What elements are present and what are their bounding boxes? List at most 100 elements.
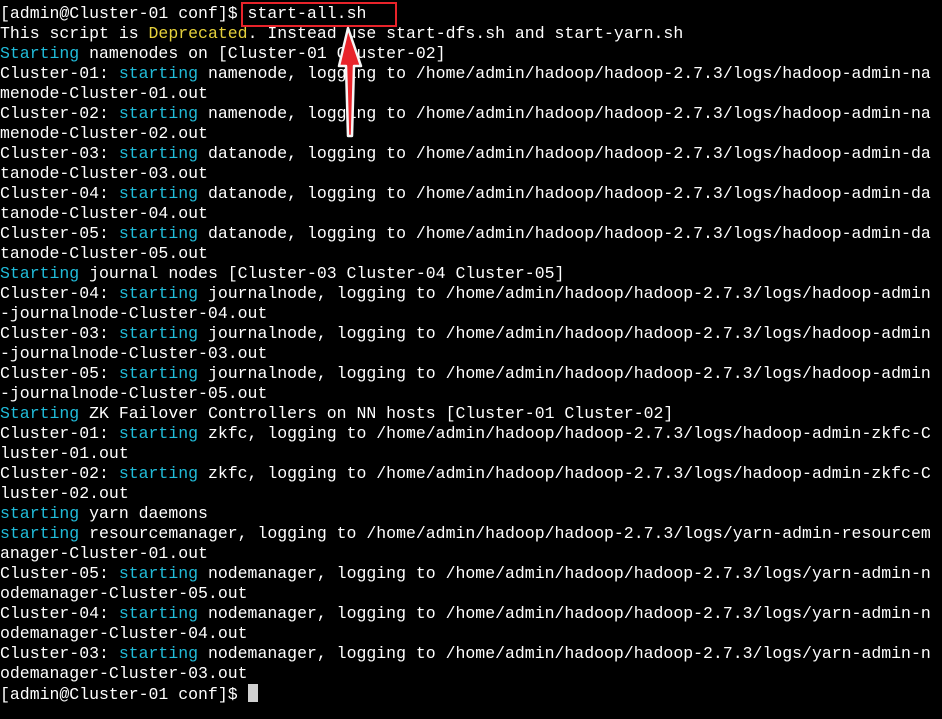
output-line: This script is Deprecated. Instead use s… xyxy=(0,24,942,44)
warning-text: Deprecated xyxy=(148,24,248,43)
command-text: start-all.sh xyxy=(247,4,367,23)
output-text: luster-01.out xyxy=(0,444,129,463)
output-line: luster-02.out xyxy=(0,484,942,504)
keyword-text: starting xyxy=(118,424,199,443)
output-text: Cluster-02: xyxy=(0,104,119,123)
output-text: Cluster-03: xyxy=(0,644,119,663)
output-text: Cluster-05: xyxy=(0,224,119,243)
output-text: menode-Cluster-02.out xyxy=(0,124,208,143)
keyword-text: starting xyxy=(118,464,199,483)
output-text: namenode, logging to /home/admin/hadoop/… xyxy=(198,64,931,83)
output-text: luster-02.out xyxy=(0,484,129,503)
output-text: Cluster-01: xyxy=(0,424,119,443)
keyword-text: starting xyxy=(118,64,199,83)
output-text: Cluster-03: xyxy=(0,324,119,343)
keyword-text: starting xyxy=(118,644,199,663)
output-text: . Instead use start-dfs.sh and start-yar… xyxy=(247,24,684,43)
keyword-text: starting xyxy=(118,104,199,123)
output-text: odemanager-Cluster-04.out xyxy=(0,624,248,643)
output-line: menode-Cluster-01.out xyxy=(0,84,942,104)
output-line: -journalnode-Cluster-04.out xyxy=(0,304,942,324)
text-cursor xyxy=(247,684,258,702)
output-text: Cluster-01: xyxy=(0,64,119,83)
keyword-text: starting xyxy=(118,224,199,243)
output-line: Starting journal nodes [Cluster-03 Clust… xyxy=(0,264,942,284)
keyword-text: starting xyxy=(118,364,199,383)
output-line: Cluster-05: starting journalnode, loggin… xyxy=(0,364,942,384)
output-text: menode-Cluster-01.out xyxy=(0,84,208,103)
output-line: Cluster-01: starting zkfc, logging to /h… xyxy=(0,424,942,444)
output-text: nodemanager, logging to /home/admin/hado… xyxy=(198,644,931,663)
output-text: nodemanager, logging to /home/admin/hado… xyxy=(198,564,931,583)
output-line: starting resourcemanager, logging to /ho… xyxy=(0,524,942,544)
output-line: Cluster-02: starting namenode, logging t… xyxy=(0,104,942,124)
output-text: tanode-Cluster-04.out xyxy=(0,204,208,223)
keyword-text: starting xyxy=(118,284,199,303)
output-line: starting yarn daemons xyxy=(0,504,942,524)
output-text: datanode, logging to /home/admin/hadoop/… xyxy=(198,144,931,163)
output-text: tanode-Cluster-03.out xyxy=(0,164,208,183)
output-text: This script is xyxy=(0,24,149,43)
keyword-text: Starting xyxy=(0,264,80,283)
output-line: Cluster-04: starting nodemanager, loggin… xyxy=(0,604,942,624)
output-text: -journalnode-Cluster-05.out xyxy=(0,384,268,403)
output-text: -journalnode-Cluster-03.out xyxy=(0,344,268,363)
output-text: tanode-Cluster-05.out xyxy=(0,244,208,263)
output-text: Cluster-02: xyxy=(0,464,119,483)
output-line: Starting ZK Failover Controllers on NN h… xyxy=(0,404,942,424)
output-text: journalnode, logging to /home/admin/hado… xyxy=(198,364,931,383)
keyword-text: starting xyxy=(118,564,199,583)
output-text: datanode, logging to /home/admin/hadoop/… xyxy=(198,184,931,203)
output-text: namenode, logging to /home/admin/hadoop/… xyxy=(198,104,931,123)
output-text: -journalnode-Cluster-04.out xyxy=(0,304,268,323)
output-line: odemanager-Cluster-05.out xyxy=(0,584,942,604)
output-line: Cluster-01: starting namenode, logging t… xyxy=(0,64,942,84)
output-line: Cluster-03: starting datanode, logging t… xyxy=(0,144,942,164)
output-line: -journalnode-Cluster-05.out xyxy=(0,384,942,404)
output-line: Cluster-04: starting datanode, logging t… xyxy=(0,184,942,204)
output-line: Cluster-02: starting zkfc, logging to /h… xyxy=(0,464,942,484)
current-prompt-line[interactable]: [admin@Cluster-01 conf]$ xyxy=(0,684,942,704)
keyword-text: starting xyxy=(0,504,80,523)
output-text: anager-Cluster-01.out xyxy=(0,544,208,563)
terminal-output: This script is Deprecated. Instead use s… xyxy=(0,24,942,684)
output-text: datanode, logging to /home/admin/hadoop/… xyxy=(198,224,931,243)
keyword-text: starting xyxy=(118,184,199,203)
output-line: menode-Cluster-02.out xyxy=(0,124,942,144)
output-text: journalnode, logging to /home/admin/hado… xyxy=(198,284,931,303)
output-line: -journalnode-Cluster-03.out xyxy=(0,344,942,364)
shell-prompt: [admin@Cluster-01 conf]$ xyxy=(0,4,248,23)
output-text: journalnode, logging to /home/admin/hado… xyxy=(198,324,931,343)
keyword-text: starting xyxy=(0,524,80,543)
keyword-text: starting xyxy=(118,604,199,623)
output-text: odemanager-Cluster-05.out xyxy=(0,584,248,603)
output-text: yarn daemons xyxy=(79,504,208,523)
output-line: tanode-Cluster-03.out xyxy=(0,164,942,184)
output-line: odemanager-Cluster-04.out xyxy=(0,624,942,644)
output-text: zkfc, logging to /home/admin/hadoop/hado… xyxy=(198,424,931,443)
output-line: anager-Cluster-01.out xyxy=(0,544,942,564)
keyword-text: starting xyxy=(118,144,199,163)
output-text: namenodes on [Cluster-01 Cluster-02] xyxy=(79,44,446,63)
shell-prompt-final: [admin@Cluster-01 conf]$ xyxy=(0,685,248,704)
output-text: Cluster-03: xyxy=(0,144,119,163)
terminal-window[interactable]: [admin@Cluster-01 conf]$ start-all.sh Th… xyxy=(0,0,942,719)
output-text: nodemanager, logging to /home/admin/hado… xyxy=(198,604,931,623)
output-line: Cluster-05: starting nodemanager, loggin… xyxy=(0,564,942,584)
output-text: Cluster-04: xyxy=(0,184,119,203)
command-line: [admin@Cluster-01 conf]$ start-all.sh xyxy=(0,4,942,24)
output-text: odemanager-Cluster-03.out xyxy=(0,664,248,683)
output-text: resourcemanager, logging to /home/admin/… xyxy=(79,524,931,543)
output-line: tanode-Cluster-04.out xyxy=(0,204,942,224)
keyword-text: Starting xyxy=(0,44,80,63)
output-text: zkfc, logging to /home/admin/hadoop/hado… xyxy=(198,464,931,483)
output-line: luster-01.out xyxy=(0,444,942,464)
output-text: Cluster-04: xyxy=(0,604,119,623)
output-line: tanode-Cluster-05.out xyxy=(0,244,942,264)
output-text: Cluster-05: xyxy=(0,364,119,383)
output-line: Cluster-05: starting datanode, logging t… xyxy=(0,224,942,244)
output-line: Cluster-04: starting journalnode, loggin… xyxy=(0,284,942,304)
output-text: Cluster-04: xyxy=(0,284,119,303)
keyword-text: Starting xyxy=(0,404,80,423)
output-line: odemanager-Cluster-03.out xyxy=(0,664,942,684)
